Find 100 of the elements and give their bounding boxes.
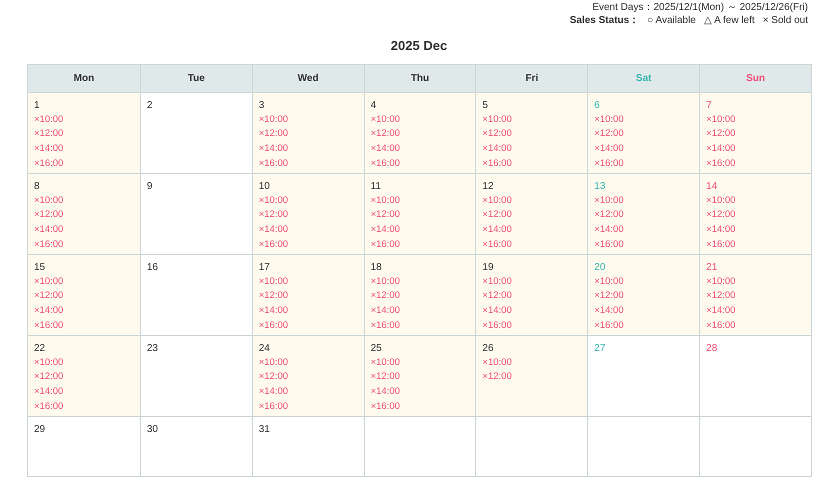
time-slot[interactable]: ×14:00 — [258, 222, 288, 238]
time-slot[interactable]: ×10:00 — [34, 274, 64, 290]
legend-item: ○ Available — [647, 14, 696, 27]
time-slot[interactable]: ×10:00 — [594, 194, 624, 208]
time-slot[interactable]: ×16:00 — [482, 156, 512, 172]
day-number: 13 — [594, 180, 606, 194]
day-number: 22 — [34, 342, 46, 356]
time-slot[interactable]: ×14:00 — [370, 304, 400, 319]
time-slot[interactable]: ×14:00 — [34, 142, 64, 157]
time-slot[interactable]: ×12:00 — [482, 370, 512, 385]
time-slot[interactable]: ×10:00 — [482, 274, 512, 290]
time-slot[interactable]: ×14:00 — [34, 304, 64, 319]
time-slot[interactable]: ×14:00 — [370, 222, 400, 238]
time-slot[interactable]: ×14:00 — [482, 222, 512, 238]
day-number: 16 — [146, 260, 159, 274]
time-slot[interactable]: ×12:00 — [258, 289, 288, 304]
time-slot[interactable]: ×12:00 — [370, 127, 400, 142]
time-slot[interactable]: ×12:00 — [34, 370, 64, 385]
time-slot[interactable]: ×14:00 — [482, 304, 512, 319]
time-slot[interactable]: ×10:00 — [258, 356, 288, 370]
time-slot[interactable]: ×16:00 — [370, 156, 400, 172]
time-slot[interactable]: ×14:00 — [706, 304, 736, 319]
time-slot[interactable]: ×16:00 — [594, 238, 624, 252]
time-slot[interactable]: ×16:00 — [258, 318, 288, 334]
weekday-header: Sat — [587, 64, 700, 92]
time-slot[interactable]: ×10:00 — [34, 112, 64, 128]
time-slot[interactable]: ×10:00 — [706, 194, 736, 208]
time-slot[interactable]: ×10:00 — [370, 274, 400, 290]
time-slot[interactable]: ×10:00 — [258, 274, 288, 290]
day-number: 2 — [146, 98, 154, 112]
time-slot[interactable]: ×14:00 — [258, 304, 288, 319]
day-number: 9 — [146, 180, 154, 194]
time-slot[interactable]: ×10:00 — [370, 356, 400, 370]
time-slot[interactable]: ×16:00 — [258, 238, 288, 252]
time-slot[interactable]: ×10:00 — [482, 356, 512, 370]
time-slot[interactable]: ×16:00 — [594, 318, 624, 334]
time-slot[interactable]: ×12:00 — [482, 127, 512, 142]
time-slot[interactable]: ×12:00 — [594, 127, 624, 142]
time-slot[interactable]: ×12:00 — [34, 208, 64, 223]
time-slot[interactable]: ×16:00 — [594, 156, 624, 172]
time-slot[interactable]: ×14:00 — [34, 222, 64, 238]
day-number: 12 — [482, 180, 495, 194]
time-slot[interactable]: ×12:00 — [482, 289, 512, 304]
time-slot[interactable]: ×14:00 — [482, 142, 512, 157]
time-slot[interactable]: ×12:00 — [370, 370, 400, 385]
time-slot[interactable]: ×14:00 — [34, 384, 64, 400]
time-slot[interactable]: ×16:00 — [370, 400, 400, 414]
time-slot[interactable]: ×12:00 — [370, 289, 400, 304]
time-slot[interactable]: ×12:00 — [482, 208, 512, 223]
time-slot[interactable]: ×12:00 — [258, 208, 288, 223]
time-slot[interactable]: ×12:00 — [706, 127, 736, 142]
time-slot[interactable]: ×16:00 — [34, 238, 64, 252]
time-slot[interactable]: ×10:00 — [370, 194, 400, 208]
time-slot[interactable]: ×10:00 — [482, 194, 512, 208]
weekday-header: Fri — [475, 64, 588, 92]
event-days: Event Days：2025/12/1(Mon) ～ 2025/12/26(Fri) — [592, 1, 808, 14]
day-number: 27 — [594, 342, 606, 356]
time-slot[interactable]: ×10:00 — [594, 274, 624, 290]
time-slot[interactable]: ×16:00 — [706, 318, 736, 334]
day-number: 3 — [258, 98, 266, 112]
time-slot[interactable]: ×12:00 — [706, 208, 736, 223]
time-slot[interactable]: ×10:00 — [594, 112, 624, 128]
time-slot[interactable]: ×10:00 — [706, 112, 736, 128]
time-slot[interactable]: ×10:00 — [34, 356, 64, 370]
time-slot[interactable]: ×16:00 — [706, 156, 736, 172]
time-slot[interactable]: ×12:00 — [258, 127, 288, 142]
time-slot[interactable]: ×12:00 — [258, 370, 288, 385]
time-slot[interactable]: ×10:00 — [370, 112, 400, 128]
time-slot[interactable]: ×16:00 — [370, 238, 400, 252]
time-slot[interactable]: ×14:00 — [370, 142, 400, 157]
time-slot[interactable]: ×16:00 — [34, 156, 64, 172]
time-slot[interactable]: ×10:00 — [258, 112, 288, 128]
time-slot[interactable]: ×10:00 — [34, 194, 64, 208]
time-slot[interactable]: ×16:00 — [706, 238, 736, 252]
time-slot[interactable]: ×16:00 — [258, 156, 288, 172]
time-slot[interactable]: ×16:00 — [482, 238, 512, 252]
time-slot[interactable]: ×14:00 — [258, 384, 288, 400]
time-slot[interactable]: ×12:00 — [370, 208, 400, 223]
time-slot[interactable]: ×12:00 — [34, 127, 64, 142]
time-slot[interactable]: ×16:00 — [34, 318, 64, 334]
time-slot[interactable]: ×10:00 — [706, 274, 736, 290]
time-slot[interactable]: ×16:00 — [370, 318, 400, 334]
sales-status-label: Sales Status： — [570, 14, 640, 27]
time-slot[interactable]: ×16:00 — [34, 400, 64, 414]
time-slot[interactable]: ×14:00 — [258, 142, 288, 157]
time-slot[interactable]: ×12:00 — [34, 289, 64, 304]
time-slot[interactable]: ×12:00 — [594, 208, 624, 223]
time-slot[interactable]: ×10:00 — [258, 194, 288, 208]
time-slot[interactable]: ×14:00 — [706, 142, 736, 157]
legend-item: × Sold out — [762, 14, 808, 27]
time-slot[interactable]: ×14:00 — [594, 222, 624, 238]
time-slot[interactable]: ×16:00 — [258, 400, 288, 414]
time-slot[interactable]: ×12:00 — [706, 289, 736, 304]
time-slot[interactable]: ×14:00 — [706, 222, 736, 238]
time-slot[interactable]: ×14:00 — [370, 384, 400, 400]
time-slot[interactable]: ×16:00 — [482, 318, 512, 334]
time-slot[interactable]: ×12:00 — [594, 289, 624, 304]
time-slot[interactable]: ×14:00 — [594, 304, 624, 319]
time-slot[interactable]: ×10:00 — [482, 112, 512, 128]
time-slot[interactable]: ×14:00 — [594, 142, 624, 157]
